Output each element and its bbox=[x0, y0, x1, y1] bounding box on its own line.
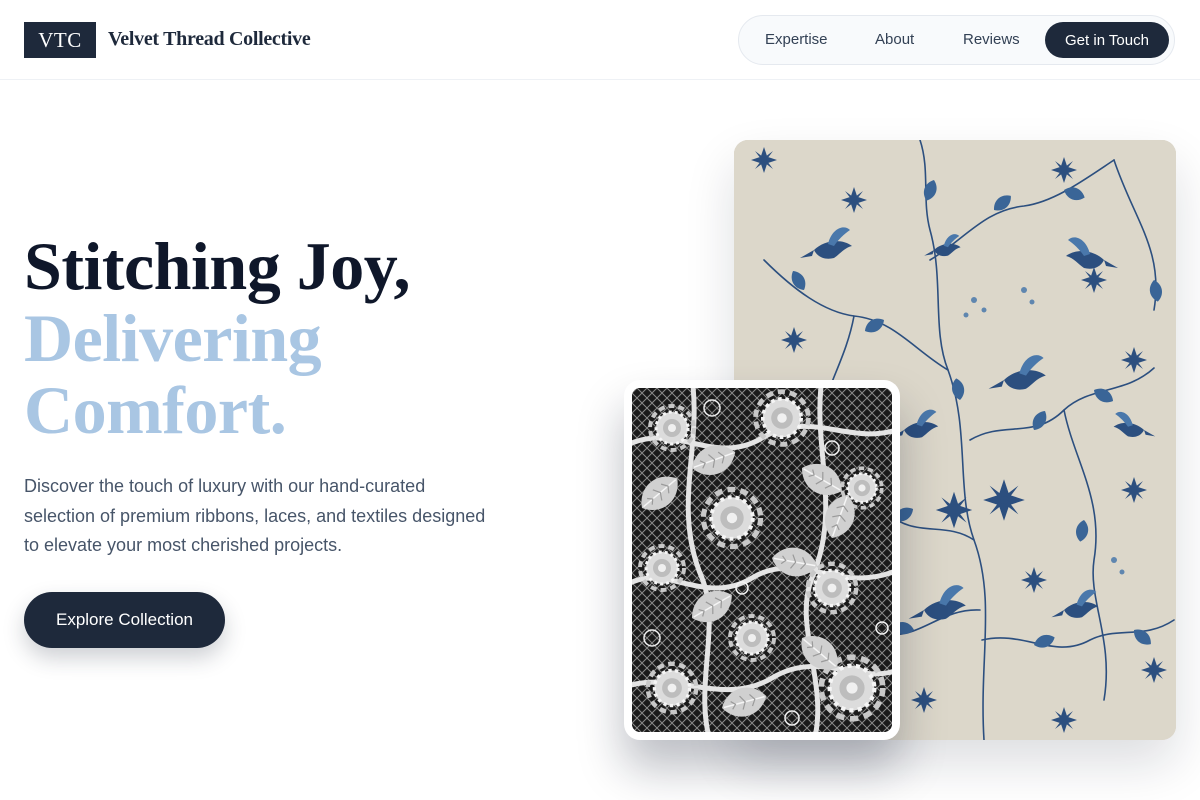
nav-link-about[interactable]: About bbox=[875, 16, 914, 64]
brand-name[interactable]: Velvet Thread Collective bbox=[108, 28, 311, 51]
main-nav: Expertise About Reviews Get in Touch bbox=[738, 15, 1175, 65]
white-lace-fabric-image bbox=[632, 388, 892, 732]
nav-link-reviews[interactable]: Reviews bbox=[963, 16, 1020, 64]
site-header: VTC Velvet Thread Collective Expertise A… bbox=[0, 0, 1200, 80]
lace-image-card bbox=[624, 380, 900, 740]
explore-collection-button[interactable]: Explore Collection bbox=[24, 592, 225, 648]
nav-link-expertise[interactable]: Expertise bbox=[765, 16, 828, 64]
get-in-touch-button[interactable]: Get in Touch bbox=[1045, 22, 1169, 58]
hero-description: Discover the touch of luxury with our ha… bbox=[24, 476, 486, 555]
hero-headline: Stitching Joy, Delivering Comfort. bbox=[24, 230, 544, 446]
headline-line-3: Comfort. bbox=[24, 372, 287, 448]
headline-line-2: Delivering bbox=[24, 300, 322, 376]
logo-mark[interactable]: VTC bbox=[24, 22, 96, 58]
headline-line-1: Stitching Joy, bbox=[24, 228, 410, 304]
